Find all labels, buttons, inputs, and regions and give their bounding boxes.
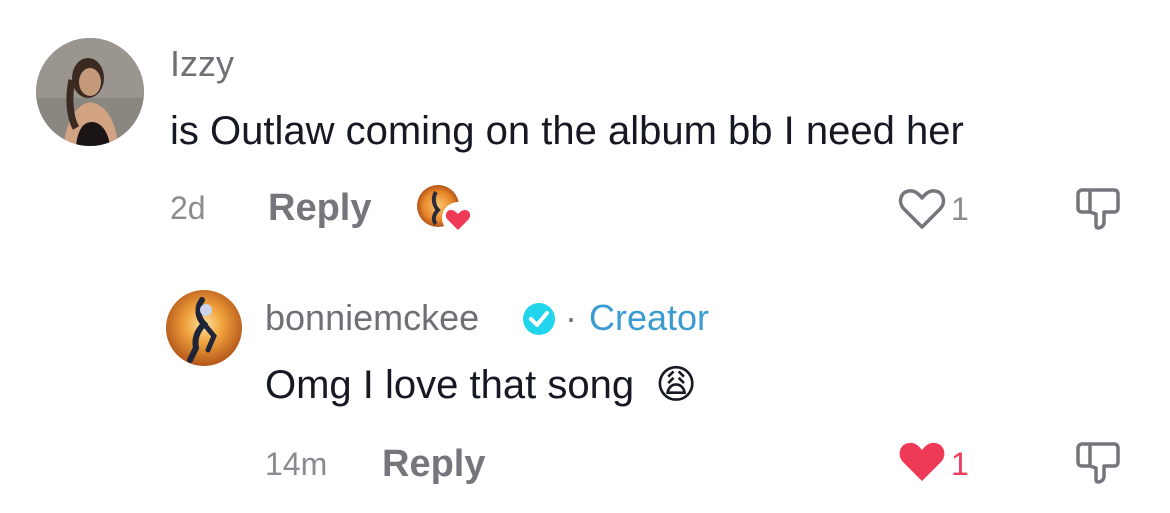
creator-badge: Creator [589, 297, 710, 338]
comment-timestamp: 2d [170, 190, 206, 226]
dislike-button[interactable] [1074, 438, 1122, 486]
reply-timestamp: 14m [265, 446, 328, 482]
like-count: 1 [951, 191, 969, 227]
heart-outline-icon [898, 189, 946, 229]
weary-face-emoji: 😩 [655, 362, 697, 408]
comment-username[interactable]: Izzy [170, 44, 234, 84]
like-count: 1 [951, 446, 969, 482]
heart-filled-icon [899, 442, 945, 481]
comment-text: is Outlaw coming on the album bb I need … [170, 109, 964, 153]
avatar-image [36, 38, 144, 146]
reply-text: Omg I love that song 😩 [265, 362, 697, 408]
avatar-image [166, 290, 242, 366]
creator-avatar-heart-icon [417, 185, 474, 234]
verified-badge-icon [522, 302, 556, 336]
dislike-button[interactable] [1074, 184, 1122, 232]
thumbs-down-icon [1076, 188, 1120, 230]
like-button[interactable] [898, 440, 946, 484]
creator-liked-indicator [416, 184, 476, 236]
reply-username[interactable]: bonniemckee [265, 298, 479, 338]
thumbs-down-icon [1076, 442, 1120, 484]
avatar[interactable] [166, 290, 242, 366]
separator-dot: · [565, 297, 577, 338]
reply-text-content: Omg I love that song [265, 363, 635, 407]
avatar[interactable] [36, 38, 144, 146]
like-button[interactable] [898, 188, 946, 230]
reply-button[interactable]: Reply [268, 188, 371, 228]
reply-button[interactable]: Reply [382, 444, 485, 484]
